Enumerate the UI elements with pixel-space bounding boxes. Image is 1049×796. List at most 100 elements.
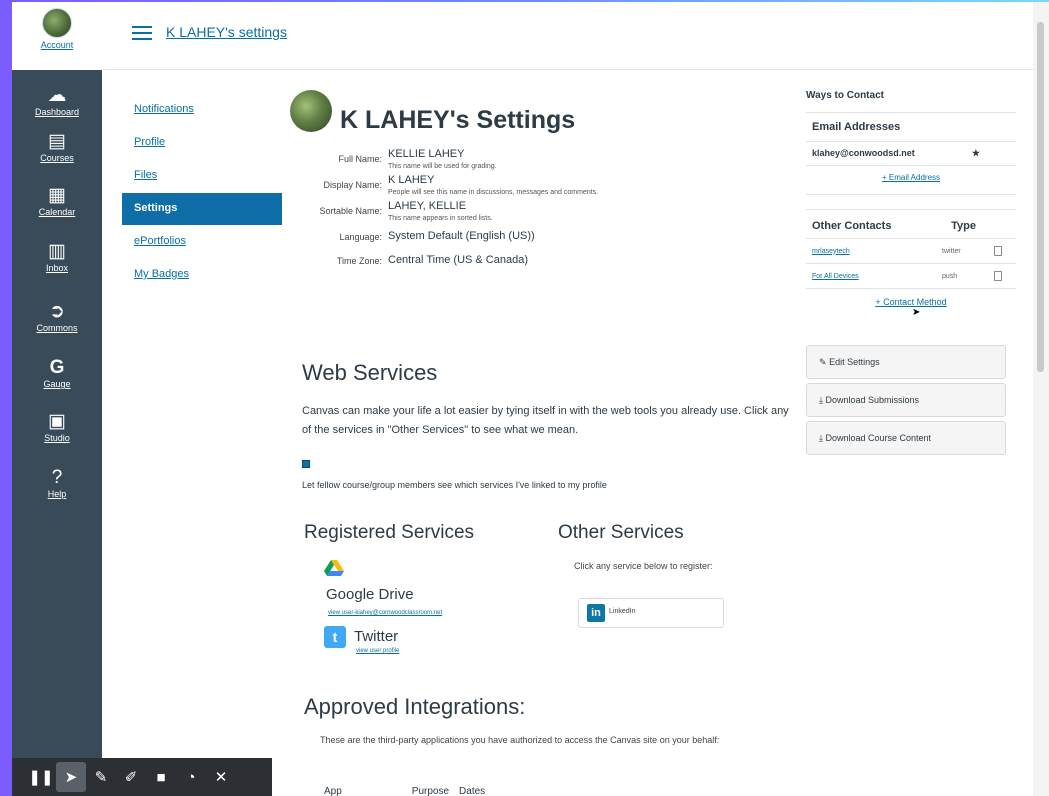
field-label: Sortable Name: [319, 206, 382, 216]
contact-row: For All Devices push [806, 264, 1016, 289]
type-column-title: Type [951, 220, 976, 232]
full-name-value: KELLIE LAHEY [388, 148, 465, 160]
sortable-name-value: LAHEY, KELLIE [388, 200, 467, 212]
google-drive-label: Google Drive [326, 586, 414, 603]
nav-item-gauge[interactable]: G Gauge [12, 357, 102, 390]
download-course-content-button[interactable]: ⤓ Download Course Content [806, 421, 1006, 455]
close-icon[interactable]: ✕ [206, 762, 236, 792]
google-drive-link[interactable]: view user-kiahey@cornwoodclassroom.net [328, 610, 442, 616]
timer-icon[interactable]: ◔ [176, 762, 206, 792]
field-note: This name will be used for grading. [388, 163, 497, 170]
nav-item-studio[interactable]: ▣ Studio [12, 411, 102, 444]
email-address: klahey@conwoodsd.net [812, 148, 915, 158]
settings-actions: ✎ Edit Settings ⤓ Download Submissions ⤓… [806, 345, 1016, 455]
app-frame: Account ☁ Dashboard ▤ Courses ▦ Calendar… [12, 2, 1049, 796]
scrollbar-thumb[interactable] [1037, 22, 1044, 372]
contact-type: twitter [942, 247, 961, 255]
nav-label: Inbox [45, 263, 69, 273]
column-purpose: Purpose [411, 786, 450, 796]
show-services-label: Let fellow course/group members see whic… [302, 480, 607, 490]
calendar-icon: ▦ [48, 185, 66, 206]
contact-name[interactable]: For All Devices [812, 273, 942, 280]
language-value: System Default (English (US)) [388, 230, 535, 242]
subnav-item-my-badges[interactable]: My Badges [122, 259, 282, 291]
nav-item-help[interactable]: ? Help [12, 467, 102, 500]
profile-fields: Full Name: KELLIE LAHEY This name will be… [288, 148, 788, 270]
linkedin-label: LinkedIn [609, 608, 636, 615]
linkedin-icon: in [587, 604, 605, 622]
global-nav: Account ☁ Dashboard ▤ Courses ▦ Calendar… [12, 2, 102, 796]
download-submissions-button[interactable]: ⤓ Download Submissions [806, 383, 1006, 417]
linkedin-button[interactable]: in LinkedIn [578, 598, 724, 628]
twitter-link[interactable]: view user profile [356, 648, 399, 654]
help-icon: ? [51, 467, 63, 488]
edit-icon: ✎ [819, 357, 827, 367]
display-name-value: K LAHEY [388, 174, 435, 186]
vertical-scrollbar[interactable] [1033, 2, 1049, 796]
account-nav-item[interactable]: Account [12, 2, 102, 70]
default-star-icon: ★ [971, 148, 980, 158]
edit-settings-button[interactable]: ✎ Edit Settings [806, 345, 1006, 379]
hamburger-menu-icon[interactable] [132, 26, 152, 44]
field-label: Time Zone: [336, 256, 382, 266]
nav-item-dashboard[interactable]: ☁ Dashboard [12, 86, 102, 118]
other-contacts-title: Other Contacts [812, 220, 892, 232]
camera-icon[interactable]: ■ [146, 762, 176, 792]
breadcrumb[interactable]: K LAHEY's settings [166, 24, 287, 40]
twitter-label: Twitter [354, 628, 399, 645]
nav-item-calendar[interactable]: ▦ Calendar [12, 185, 102, 218]
subnav-item-profile[interactable]: Profile [122, 127, 282, 159]
other-contacts-header: Other Contacts Type [806, 209, 1016, 239]
twitter-icon: t [324, 626, 346, 648]
trash-icon[interactable] [994, 271, 1002, 281]
download-course-content-label: Download Course Content [825, 433, 932, 443]
approved-integrations-title: Approved Integrations: [304, 694, 526, 719]
subnav-item-notifications[interactable]: Notifications [122, 94, 282, 126]
subnav-item-files[interactable]: Files [122, 160, 282, 192]
studio-icon: ▣ [48, 411, 66, 432]
nav-item-inbox[interactable]: ▥ Inbox [12, 242, 102, 274]
account-avatar [42, 8, 72, 38]
field-label: Full Name: [338, 154, 382, 164]
subnav-item-settings[interactable]: Settings [122, 193, 282, 225]
nav-label: Dashboard [34, 107, 80, 117]
nav-item-commons[interactable]: ➲ Commons [12, 302, 102, 334]
marker-icon[interactable]: ✐ [116, 762, 146, 792]
web-services-title: Web Services [302, 360, 438, 385]
nav-label: Calendar [38, 207, 76, 217]
approved-integrations-description: These are the third-party applications y… [320, 735, 720, 745]
page-title: K LAHEY's Settings [340, 106, 576, 134]
nav-label: Help [47, 489, 67, 499]
pen-icon[interactable]: ✎ [86, 762, 116, 792]
column-app: App [324, 786, 342, 796]
field-note: This name appears in sorted lists. [388, 215, 493, 222]
column-dates: Dates [459, 786, 486, 796]
subnav-item-eportfolios[interactable]: ePortfolios [122, 226, 282, 258]
contact-name[interactable]: mrlaseytech [812, 248, 942, 255]
edit-settings-label: Edit Settings [829, 357, 880, 367]
contact-type: push [942, 272, 958, 280]
pause-icon[interactable]: ❚❚ [26, 762, 56, 792]
add-contact-method-label: + Contact Method [875, 297, 947, 307]
registered-services-title: Registered Services [304, 522, 475, 543]
field-note: People will see this name in discussions… [388, 189, 599, 196]
contact-row: mrlaseytech twitter [806, 239, 1016, 264]
pointer-icon[interactable]: ➤ [56, 762, 86, 792]
ways-to-contact-title: Ways to Contact [806, 90, 884, 101]
gauge-icon: G [49, 357, 65, 378]
nav-item-courses[interactable]: ▤ Courses [12, 132, 102, 164]
page-header: K LAHEY's settings [102, 2, 1033, 70]
recording-toolbar: ❚❚ ➤ ✎ ✐ ■ ◔ ✕ [12, 758, 272, 796]
download-icon: ⤓ [819, 395, 823, 405]
google-drive-icon [324, 560, 344, 576]
web-services-description: Canvas can make your life a lot easier b… [302, 405, 789, 436]
nav-label: Courses [40, 153, 74, 163]
add-email-link[interactable]: + Email Address [806, 166, 1016, 195]
field-label: Display Name: [323, 180, 382, 190]
show-services-checkbox[interactable] [302, 460, 310, 468]
profile-picture[interactable] [290, 90, 332, 132]
add-contact-method-link[interactable]: + Contact Method ➤ [806, 289, 1016, 318]
trash-icon[interactable] [994, 246, 1002, 256]
nav-label: Gauge [43, 379, 71, 389]
account-label: Account [40, 40, 74, 50]
